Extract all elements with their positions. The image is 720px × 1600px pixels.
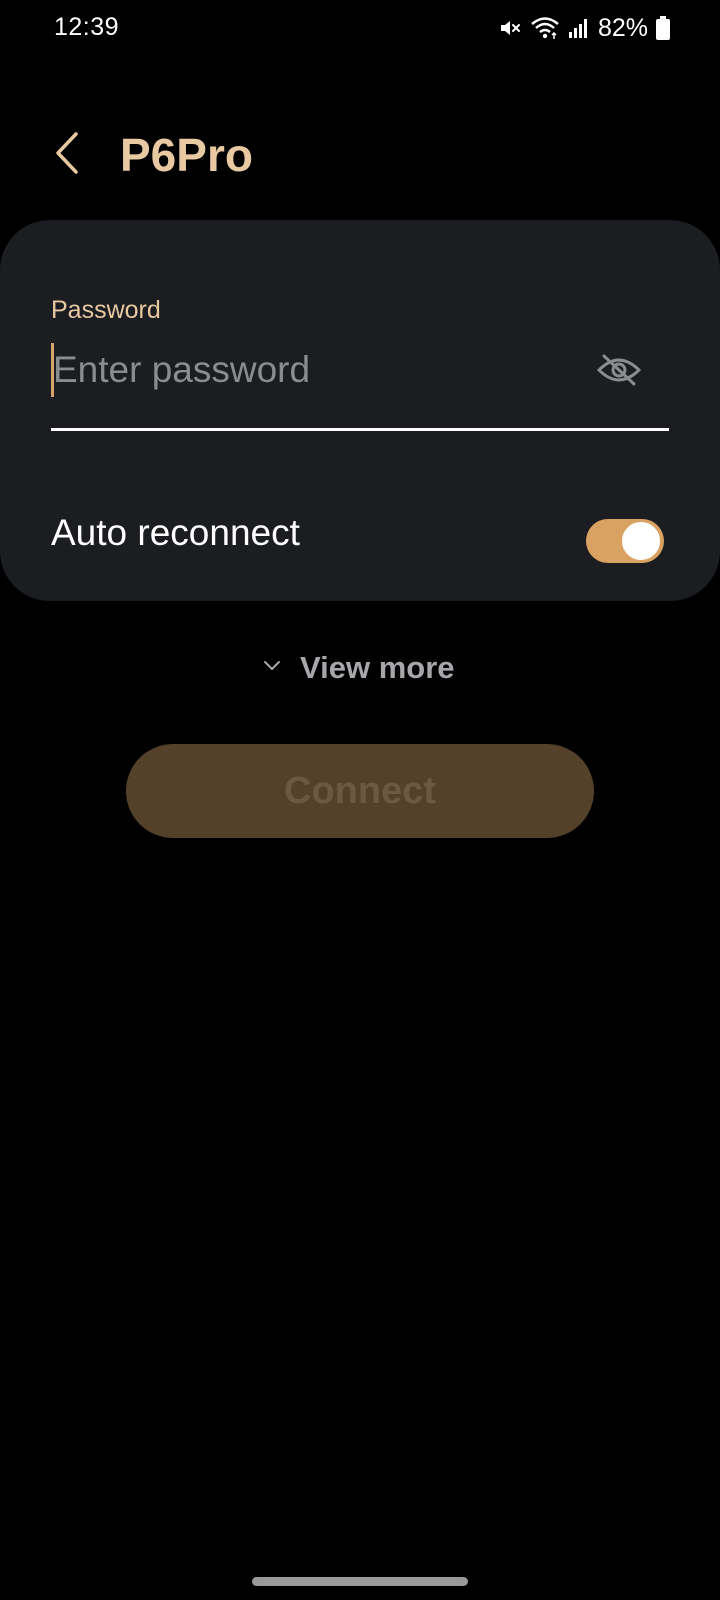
connect-button[interactable]: Connect — [126, 744, 594, 838]
chevron-down-icon — [262, 659, 282, 678]
password-label: Password — [51, 296, 161, 324]
password-underline — [51, 428, 669, 431]
auto-reconnect-toggle[interactable] — [586, 519, 664, 563]
mute-icon — [498, 16, 522, 40]
auto-reconnect-label: Auto reconnect — [51, 512, 300, 553]
back-button[interactable] — [40, 128, 94, 182]
battery-icon — [656, 16, 670, 40]
password-field[interactable] — [51, 338, 669, 410]
home-indicator[interactable] — [252, 1577, 468, 1586]
chevron-left-icon — [52, 131, 82, 180]
page-title: P6Pro — [120, 129, 253, 181]
password-input[interactable] — [53, 338, 573, 402]
status-time: 12:39 — [54, 13, 120, 41]
status-icons: 82% — [498, 13, 670, 43]
signal-icon — [568, 17, 590, 39]
toggle-knob — [620, 520, 662, 562]
auto-reconnect-row[interactable]: Auto reconnect — [0, 500, 720, 570]
view-more-label: View more — [300, 650, 455, 685]
view-more-button[interactable]: View more — [262, 646, 455, 690]
battery-percent: 82% — [597, 13, 648, 42]
show-password-button[interactable] — [595, 352, 643, 392]
wifi-settings-card: Password Auto reconnect — [0, 220, 720, 601]
header: P6Pro — [0, 110, 720, 200]
wifi-icon — [530, 16, 560, 40]
eye-off-icon — [596, 352, 642, 393]
connect-label: Connect — [284, 769, 436, 812]
status-bar: 12:39 82% — [0, 0, 720, 56]
